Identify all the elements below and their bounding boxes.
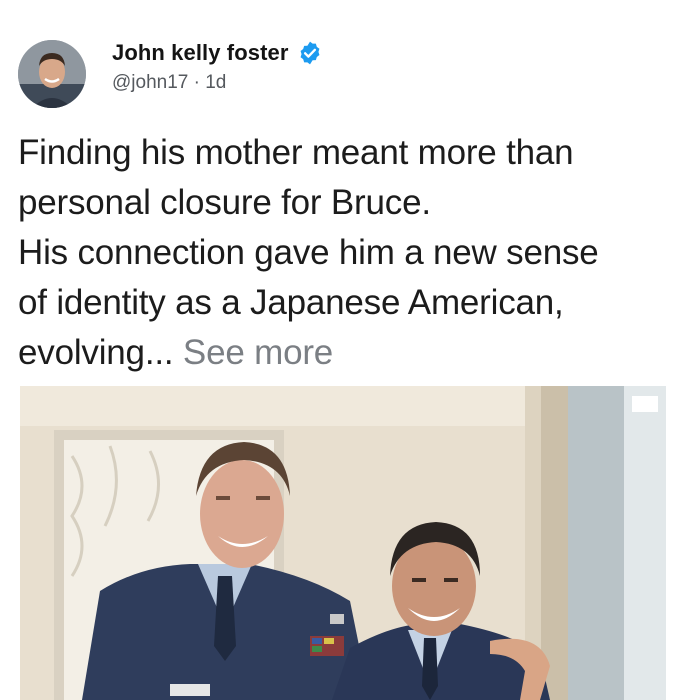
author-name-row: John kelly foster [112,38,323,68]
officers-photo-icon [20,386,666,700]
post-text-last-line: evolving... See more [18,328,683,378]
post-photo[interactable] [20,386,666,700]
post-text-truncated: evolving... [18,333,174,372]
verified-badge-icon [300,41,319,65]
author-handle[interactable]: @john17 [112,72,188,93]
post-card: John kelly foster @john17 · 1d Finding h… [0,0,700,700]
avatar-photo-icon [18,40,86,108]
post-text-line: His connection gave him a new sense [18,233,599,272]
post-text-line: of identity as a Japanese American, [18,283,564,322]
see-more-link[interactable]: See more [183,333,333,372]
post-text: Finding his mother meant more than perso… [18,128,683,378]
author-name[interactable]: John kelly foster [112,40,289,66]
post-text-line: personal closure for Bruce. [18,183,431,222]
author-avatar[interactable] [18,40,86,108]
meta-separator: · [193,72,200,93]
author-meta: @john17 · 1d [112,72,226,94]
post-text-line: Finding his mother meant more than [18,133,574,172]
post-timestamp[interactable]: 1d [205,72,226,93]
